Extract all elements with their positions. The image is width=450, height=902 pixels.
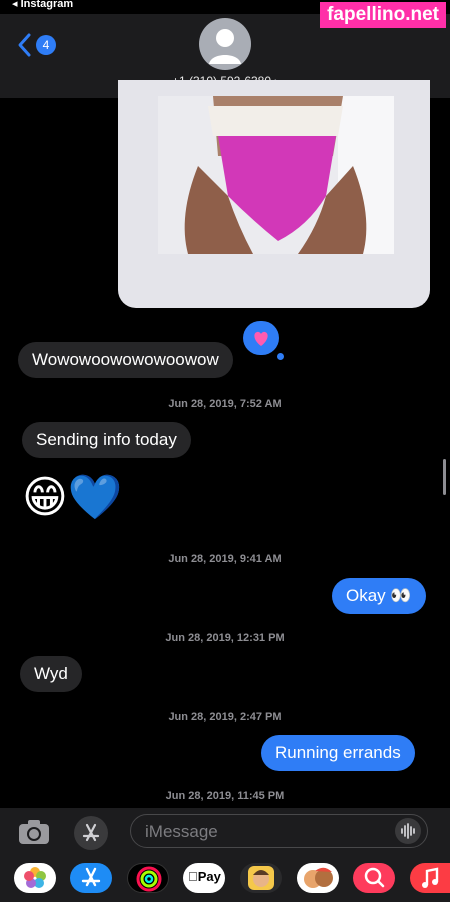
bubble-tail <box>418 294 430 308</box>
message-text: Wowowoowowowoowow <box>32 350 219 369</box>
stickers-icon <box>304 867 333 888</box>
waveform-icon <box>401 823 415 839</box>
message-text: Wyd <box>34 664 68 683</box>
back-to-app-link[interactable]: ◂ Instagram <box>12 0 73 10</box>
scroll-indicator[interactable] <box>443 459 446 495</box>
emoji-message[interactable]: 😁💙 <box>22 474 123 522</box>
photos-app-button[interactable] <box>14 863 56 893</box>
app-store-button[interactable] <box>74 816 108 850</box>
watermark: fapellino.net <box>320 2 446 28</box>
compose-bar <box>0 808 450 856</box>
emoji-text: 😁💙 <box>22 473 123 522</box>
app-store-icon <box>82 823 100 842</box>
contact-avatar[interactable] <box>199 18 251 70</box>
app-store-app-button[interactable] <box>70 863 112 893</box>
music-app-button[interactable] <box>410 863 450 893</box>
apple-pay-button[interactable]: Pay <box>183 863 225 893</box>
memoji-stickers-button[interactable] <box>297 863 339 893</box>
music-note-icon <box>422 867 439 888</box>
incoming-message[interactable]: Sending info today <box>22 422 191 458</box>
incoming-message[interactable]: Wowowoowowowoowow <box>18 342 233 378</box>
tapback-tail <box>277 353 284 360</box>
app-drawer: Pay <box>0 856 450 902</box>
image-message[interactable] <box>118 80 430 308</box>
outgoing-message[interactable]: Running errands <box>261 735 415 771</box>
apple-pay-label: Pay <box>188 869 221 884</box>
memoji-button[interactable] <box>240 863 282 893</box>
activity-app-button[interactable] <box>127 863 169 893</box>
images-search-button[interactable] <box>353 863 395 893</box>
message-text: Okay 👀 <box>346 586 412 605</box>
memoji-icon <box>248 866 274 890</box>
outgoing-message[interactable]: Okay 👀 <box>332 578 426 614</box>
person-icon <box>209 29 241 64</box>
timestamp: Jun 28, 2019, 9:41 AM <box>168 553 282 565</box>
message-text: Running errands <box>275 743 401 762</box>
imessage-input[interactable] <box>143 819 387 845</box>
timestamp: Jun 28, 2019, 11:45 PM <box>165 790 285 802</box>
activity-rings-icon <box>136 866 162 892</box>
app-store-icon <box>81 867 101 887</box>
photos-icon <box>24 867 46 888</box>
camera-icon[interactable] <box>18 819 50 845</box>
photo <box>158 96 394 254</box>
search-icon <box>364 867 385 888</box>
message-text: Sending info today <box>36 430 177 449</box>
timestamp: Jun 28, 2019, 2:47 PM <box>168 711 282 723</box>
back-button[interactable]: 4 <box>16 32 62 58</box>
timestamp: Jun 28, 2019, 7:52 AM <box>168 398 282 410</box>
heart-tapback[interactable] <box>243 321 279 355</box>
chevron-left-icon <box>18 33 31 57</box>
timestamp: Jun 28, 2019, 12:31 PM <box>165 632 285 644</box>
heart-icon <box>254 331 268 346</box>
incoming-message[interactable]: Wyd <box>20 656 82 692</box>
photo-content <box>158 96 394 254</box>
unread-badge: 4 <box>36 35 56 55</box>
message-field <box>130 814 428 848</box>
audio-message-button[interactable] <box>395 818 421 844</box>
